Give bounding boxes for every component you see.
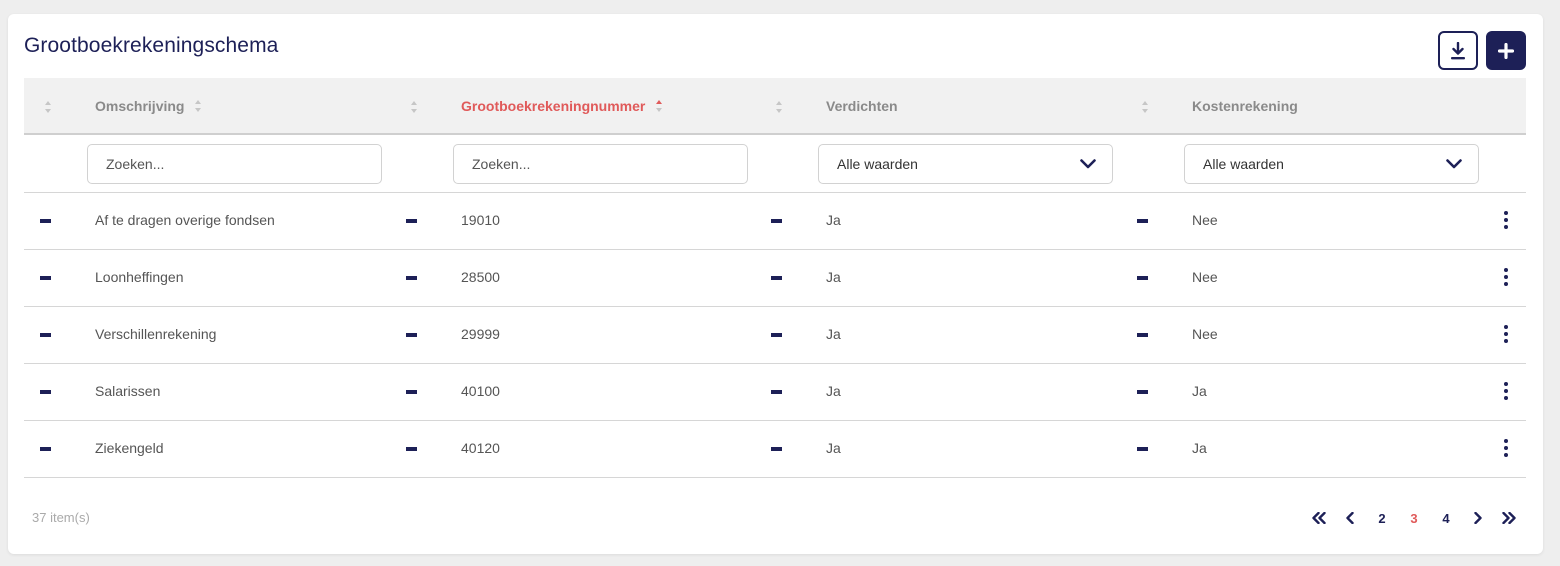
table-row[interactable]: Verschillenrekening 29999 Ja Nee [24,307,1526,364]
select-value: Alle waarden [837,156,918,172]
column-label: Omschrijving [95,98,185,114]
cell-verdichten: Ja [826,326,841,342]
next-page-button[interactable] [1472,508,1484,528]
dash-icon [40,390,51,394]
dash-icon [406,219,417,223]
chevrons-left-icon [1312,512,1326,524]
item-count: 37 item(s) [32,510,90,525]
column-header-omschrijving[interactable]: Omschrijving [95,98,202,114]
dash-icon [771,276,782,280]
dash-icon [771,447,782,451]
cell-kostenrekening: Nee [1192,326,1218,342]
more-options-icon[interactable] [1501,268,1511,288]
sort-icon[interactable] [44,100,52,114]
table-header: Omschrijving Grootboekrekeningnummer Ver… [24,78,1526,135]
more-options-icon[interactable] [1501,211,1511,231]
dash-icon [406,447,417,451]
cell-nummer: 19010 [461,212,500,228]
dash-icon [406,276,417,280]
page-title: Grootboekrekeningschema [24,34,279,57]
column-label: Verdichten [826,98,898,114]
column-header-verdichten[interactable]: Verdichten [826,98,898,114]
dash-icon [1137,390,1148,394]
table-row[interactable]: Ziekengeld 40120 Ja Ja [24,421,1526,478]
chevron-down-icon [1446,159,1462,169]
table-row[interactable]: Af te dragen overige fondsen 19010 Ja Nee [24,193,1526,250]
download-button[interactable] [1438,31,1478,70]
cell-kostenrekening: Ja [1192,440,1207,456]
dash-icon [1137,219,1148,223]
dash-icon [1137,447,1148,451]
more-options-icon[interactable] [1501,325,1511,345]
cell-kostenrekening: Nee [1192,212,1218,228]
page-button[interactable]: 4 [1438,508,1454,528]
dash-icon [1137,276,1148,280]
cell-nummer: 40120 [461,440,500,456]
column-header-kostenrekening[interactable]: Kostenrekening [1192,98,1298,114]
table-row[interactable]: Loonheffingen 28500 Ja Nee [24,250,1526,307]
chevron-left-icon [1346,512,1354,524]
page-button[interactable]: 2 [1374,508,1390,528]
more-options-icon[interactable] [1501,382,1511,402]
plus-icon [1498,42,1514,59]
cell-omschrijving: Ziekengeld [95,440,164,456]
sort-icon[interactable] [194,99,202,113]
dash-icon [771,219,782,223]
download-icon [1451,41,1465,59]
select-value: Alle waarden [1203,156,1284,172]
table-row[interactable]: Salarissen 40100 Ja Ja [24,364,1526,421]
cell-omschrijving: Salarissen [95,383,161,399]
filter-row: Zoeken... Zoeken... Alle waarden Alle wa… [24,135,1526,193]
last-page-button[interactable] [1500,508,1518,528]
dash-icon [40,276,51,280]
nummer-search-input[interactable]: Zoeken... [453,144,748,184]
sort-icon[interactable] [775,100,783,114]
cell-kostenrekening: Ja [1192,383,1207,399]
cell-nummer: 29999 [461,326,500,342]
ledger-table: Omschrijving Grootboekrekeningnummer Ver… [24,78,1526,478]
dash-icon [406,333,417,337]
previous-page-button[interactable] [1344,508,1356,528]
omschrijving-search-input[interactable]: Zoeken... [87,144,382,184]
column-label: Grootboekrekeningnummer [461,98,646,114]
dash-icon [771,333,782,337]
cell-nummer: 28500 [461,269,500,285]
cell-verdichten: Ja [826,440,841,456]
search-placeholder: Zoeken... [106,156,165,172]
cell-verdichten: Ja [826,269,841,285]
dash-icon [771,390,782,394]
cell-kostenrekening: Nee [1192,269,1218,285]
kostenrekening-select[interactable]: Alle waarden [1184,144,1479,184]
card: Grootboekrekeningschema Omschrijving Gro… [8,14,1543,554]
cell-omschrijving: Verschillenrekening [95,326,217,342]
cell-nummer: 40100 [461,383,500,399]
sort-asc-icon[interactable] [655,99,663,113]
column-label: Kostenrekening [1192,98,1298,114]
column-header-nummer[interactable]: Grootboekrekeningnummer [461,98,663,114]
more-options-icon[interactable] [1501,439,1511,459]
chevrons-right-icon [1502,512,1516,524]
first-page-button[interactable] [1310,508,1328,528]
dash-icon [40,333,51,337]
cell-omschrijving: Af te dragen overige fondsen [95,212,275,228]
dash-icon [40,219,51,223]
cell-verdichten: Ja [826,212,841,228]
page-button-current[interactable]: 3 [1406,508,1422,528]
verdichten-select[interactable]: Alle waarden [818,144,1113,184]
dash-icon [406,390,417,394]
cell-omschrijving: Loonheffingen [95,269,184,285]
dash-icon [1137,333,1148,337]
chevron-right-icon [1474,512,1482,524]
search-placeholder: Zoeken... [472,156,531,172]
cell-verdichten: Ja [826,383,841,399]
dash-icon [40,447,51,451]
chevron-down-icon [1080,159,1096,169]
sort-icon[interactable] [410,100,418,114]
sort-icon[interactable] [1141,100,1149,114]
add-button[interactable] [1486,31,1526,70]
